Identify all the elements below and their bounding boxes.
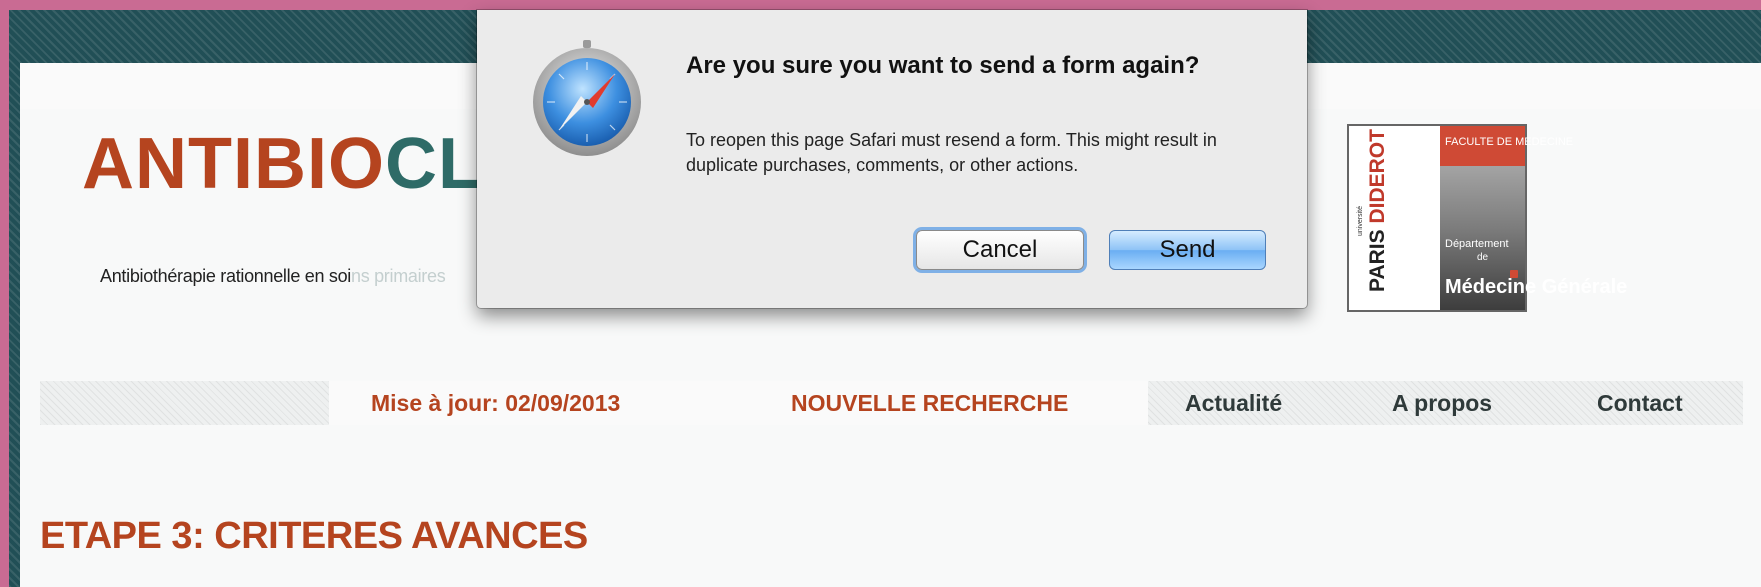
safari-compass-icon: [533, 40, 641, 156]
badge-diderot: DIDEROT: [1366, 129, 1389, 224]
badge-univ-label: université: [1357, 206, 1364, 236]
main-nav: Mise à jour: 02/09/2013 NOUVELLE RECHERC…: [40, 381, 1743, 425]
nav-about[interactable]: A propos: [1392, 392, 1492, 415]
resend-form-dialog: Are you sure you want to send a form aga…: [477, 10, 1307, 308]
cancel-button[interactable]: Cancel: [916, 230, 1084, 270]
logo-part-cl: CL: [384, 124, 483, 204]
badge-de: de: [1477, 252, 1489, 263]
tagline-text: Antibiothérapie rationnelle en soi: [100, 266, 351, 286]
logo-part-antibio: ANTIBIO: [82, 124, 385, 204]
nav-news[interactable]: Actualité: [1185, 392, 1282, 415]
nav-contact[interactable]: Contact: [1597, 392, 1683, 415]
badge-medecine-generale: Médecine Générale: [1445, 276, 1628, 298]
dialog-title: Are you sure you want to send a form aga…: [686, 52, 1200, 79]
tagline-text-faded: ns primaires: [350, 266, 446, 286]
dialog-message: To reopen this page Safari must resend a…: [686, 130, 1217, 175]
nav-new-search[interactable]: NOUVELLE RECHERCHE: [791, 392, 1068, 415]
nav-update-date: Mise à jour: 02/09/2013: [371, 390, 621, 416]
logo-tagline: Antibiothérapie rationnelle en soins pri…: [100, 266, 446, 287]
badge-department: Département: [1445, 238, 1509, 250]
badge-faculty: FACULTE DE MEDECINE: [1445, 136, 1574, 148]
university-badge[interactable]: université PARIS DIDEROT FACULTE DE MEDE…: [1347, 124, 1627, 312]
badge-paris: PARIS: [1366, 229, 1389, 292]
page-title: ETAPE 3: CRITERES AVANCES: [40, 515, 588, 557]
send-button[interactable]: Send: [1109, 230, 1266, 270]
badge-paris-diderot: PARIS DIDEROT: [1366, 129, 1389, 292]
